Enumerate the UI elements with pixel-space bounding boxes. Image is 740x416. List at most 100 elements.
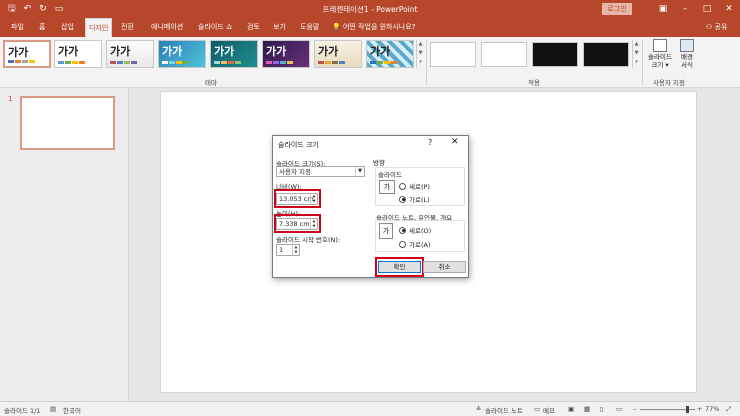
start-number-spin-icon[interactable]: ▲ ▼ (292, 245, 299, 255)
format-background-icon (680, 39, 694, 52)
slide-size-icon (653, 39, 667, 52)
format-background-button[interactable]: 배경 서식 (672, 39, 702, 69)
slides-portrait-label: 세로(P) (409, 183, 430, 191)
tab-animations[interactable]: 애니메이션 (148, 18, 186, 37)
tab-review[interactable]: 검토 (244, 18, 263, 37)
tell-me-search[interactable]: 💡 어떤 작업을 원하시나요? (332, 18, 416, 37)
theme-office[interactable]: 가가 (3, 40, 51, 68)
tab-insert[interactable]: 삽입 (58, 18, 77, 37)
slides-landscape-label: 가로(L) (409, 196, 430, 204)
login-button[interactable]: 로그인 (602, 3, 632, 15)
slides-portrait-radio[interactable]: 세로(P) (399, 181, 430, 191)
slide-sorter-icon[interactable]: ▦ (584, 405, 590, 413)
normal-view-icon[interactable]: ▣ (568, 405, 574, 413)
comments-button[interactable]: 메모 (543, 405, 555, 415)
slides-orientation-label: 슬라이드 (378, 171, 402, 179)
ribbon: 가가 가가 가가 가가 가가 가가 가가 가가 ▲ ▼ ▾ 테마 ▲ ▼ ▾ 적용 슬라… (0, 37, 740, 88)
notes-icon[interactable]: ≜ (476, 405, 481, 413)
group-divider (642, 39, 643, 85)
ok-highlight (375, 257, 424, 277)
ribbon-display-icon[interactable]: ▣ (652, 0, 674, 18)
theme-2[interactable]: 가가 (54, 40, 102, 68)
theme-sample-text: 가가 (110, 45, 131, 58)
tab-home[interactable]: 홈 (36, 18, 48, 37)
variant-1[interactable] (430, 42, 476, 67)
start-number-label: 슬라이드 시작 번호(N): (276, 236, 341, 244)
width-highlight (274, 189, 321, 208)
theme-5[interactable]: 가가 (210, 40, 258, 68)
zoom-level[interactable]: 77% (705, 405, 719, 413)
language[interactable]: 한국어 (63, 405, 81, 415)
status-bar: 슬라이드 1/1 ▤ 한국어 ≜ 슬라이드 노트 ▭ 메모 ▣ ▦ ▯ ▭ – … (0, 401, 740, 416)
slide-size-button[interactable]: 슬라이드 크기 ▾ (645, 39, 675, 69)
theme-8[interactable]: 가가 (366, 40, 414, 68)
dialog-title: 슬라이드 크기 (278, 141, 319, 149)
radio-indicator (399, 240, 406, 248)
comments-icon[interactable]: ▭ (534, 405, 540, 413)
start-number-input[interactable]: 1 ▲ ▼ (276, 244, 300, 256)
landscape-page-icon: 가 (379, 180, 395, 194)
theme-4[interactable]: 가가 (158, 40, 206, 68)
tab-help[interactable]: 도움말 (297, 18, 322, 37)
slideshow-view-icon[interactable]: ▭ (616, 405, 622, 413)
tab-view[interactable]: 보기 (270, 18, 289, 37)
slide-thumbnail[interactable] (20, 96, 115, 150)
theme-7[interactable]: 가가 (314, 40, 362, 68)
variant-2[interactable] (481, 42, 527, 67)
zoom-slider-handle[interactable] (686, 406, 689, 413)
theme-gallery-scroll[interactable]: ▲ ▼ ▾ (416, 40, 424, 68)
tab-file[interactable]: 파일 (8, 18, 27, 37)
radio-indicator (399, 182, 406, 190)
zoom-out-icon[interactable]: – (633, 405, 636, 413)
slide-size-label-2: 크기 ▾ (651, 61, 669, 69)
theme-group-label: 테마 (205, 79, 217, 87)
search-placeholder: 어떤 작업을 원하시나요? (342, 23, 416, 31)
slides-pane: 1 (0, 88, 129, 401)
portrait-page-icon: 가 (379, 223, 393, 239)
zoom-in-icon[interactable]: + (697, 405, 702, 413)
theme-sample-text: 가가 (318, 45, 339, 58)
notes-portrait-radio[interactable]: 세로(O) (399, 225, 431, 235)
slide-size-value: 사용자 지정 (279, 168, 311, 176)
title-bar: 🖫 ↶ ↻ ▭ 프레젠테이션1 - PowerPoint 로그인 ▣ – □ ✕ (0, 0, 740, 18)
variant-gallery-scroll[interactable]: ▲ ▼ ▾ (632, 40, 640, 68)
tab-slideshow[interactable]: 슬라이드 쇼 (195, 18, 235, 37)
variant-4[interactable] (583, 42, 629, 67)
theme-6[interactable]: 가가 (262, 40, 310, 68)
theme-sample-text: 가가 (266, 45, 287, 58)
slide-size-dialog: 슬라이드 크기 ? ✕ 슬라이드 크기(S): 사용자 지정 ▼ 너비(W): … (272, 135, 469, 278)
tab-transitions[interactable]: 전환 (118, 18, 137, 37)
slides-landscape-radio[interactable]: 가로(L) (399, 194, 430, 204)
notes-landscape-radio[interactable]: 가로(A) (399, 239, 430, 249)
close-icon[interactable]: ✕ (451, 137, 459, 147)
ribbon-tabs: 파일 홈 삽입 디자인 전환 애니메이션 슬라이드 쇼 검토 보기 도움말 💡 … (0, 18, 740, 37)
window-controls: ▣ – □ ✕ (652, 0, 740, 18)
slide-size-dropdown[interactable]: 사용자 지정 ▼ (276, 166, 365, 177)
radio-indicator (399, 195, 406, 203)
theme-sample-text: 가가 (58, 45, 79, 58)
tab-design[interactable]: 디자인 (85, 18, 113, 37)
spellcheck-icon[interactable]: ▤ (50, 405, 56, 413)
fit-to-window-icon[interactable]: ⤢ (726, 405, 731, 414)
share-label: 공유 (714, 23, 728, 31)
slide-size-label: 슬라이드 (648, 53, 672, 61)
variant-3[interactable] (532, 42, 578, 67)
share-button[interactable]: ⚇ 공유 (706, 18, 727, 37)
lightbulb-icon: 💡 (332, 23, 341, 31)
cancel-button[interactable]: 취소 (423, 261, 466, 273)
theme-sample-text: 가가 (214, 45, 235, 58)
help-button[interactable]: ? (428, 138, 432, 147)
maximize-icon[interactable]: □ (696, 0, 718, 18)
background-label-2: 서식 (681, 61, 693, 69)
orientation-label: 방향 (373, 159, 385, 167)
close-icon[interactable]: ✕ (718, 0, 740, 18)
notes-button[interactable]: 슬라이드 노트 (485, 405, 523, 415)
theme-3[interactable]: 가가 (106, 40, 154, 68)
theme-sample-text: 가가 (370, 45, 391, 58)
minimize-icon[interactable]: – (674, 0, 696, 18)
slide-info: 슬라이드 1/1 (4, 407, 41, 415)
start-number-value: 1 (279, 246, 284, 254)
reading-view-icon[interactable]: ▯ (600, 405, 604, 413)
height-highlight (274, 214, 321, 233)
group-divider (426, 39, 427, 85)
